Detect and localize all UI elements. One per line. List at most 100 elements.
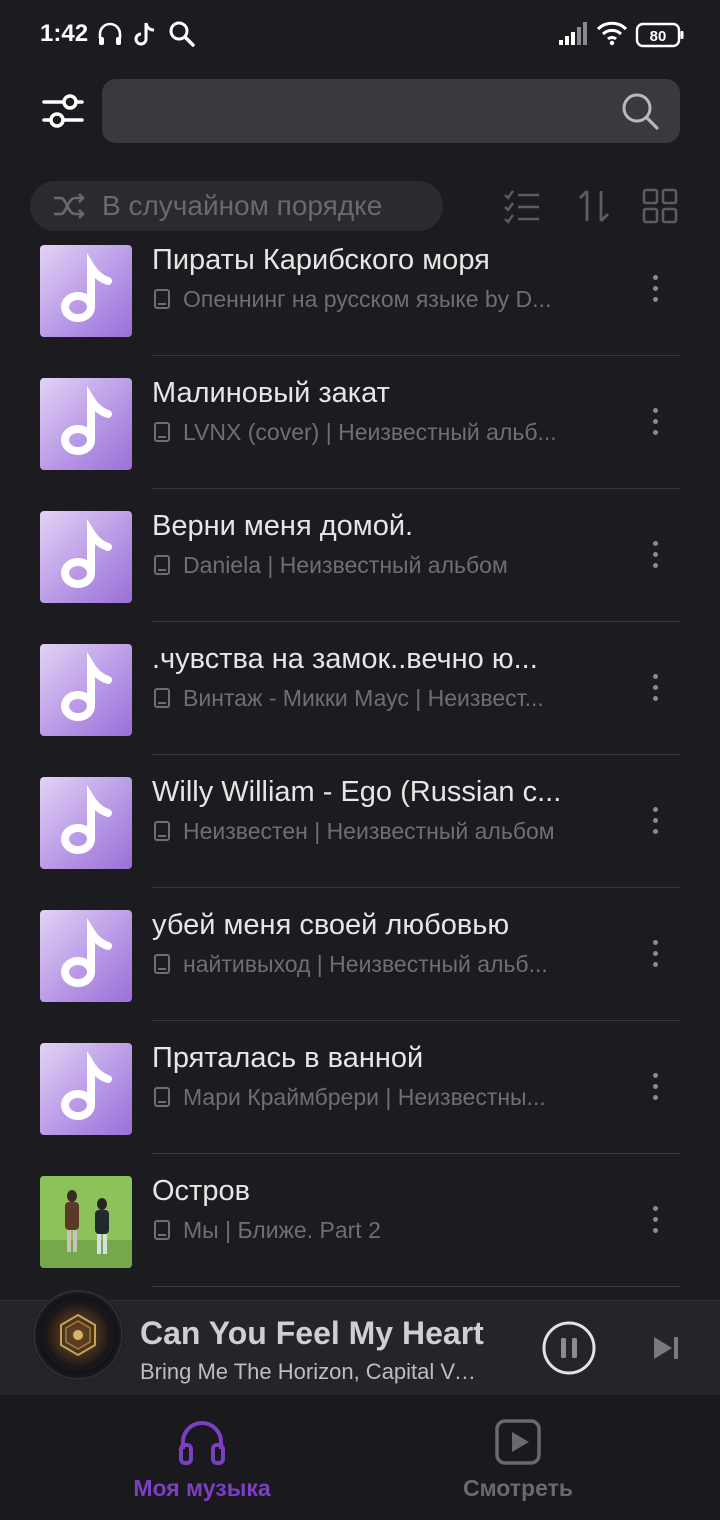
album-photo xyxy=(40,1176,132,1268)
more-options-button[interactable] xyxy=(645,404,665,440)
more-options-button[interactable] xyxy=(645,537,665,573)
album-emblem-icon xyxy=(33,1290,123,1380)
more-options-button[interactable] xyxy=(645,803,665,839)
more-dot xyxy=(653,962,658,967)
track-title: убей меня своей любовью xyxy=(152,909,510,941)
pause-button[interactable] xyxy=(542,1321,596,1375)
track-row[interactable]: Остров Мы | Ближе. Part 2 xyxy=(0,1154,720,1287)
wifi-icon xyxy=(596,21,628,46)
track-subtitle: Daniela | Неизвестный альбом xyxy=(183,552,508,578)
track-subtitle: Неизвестен | Неизвестный альбом xyxy=(183,818,555,844)
search-button[interactable] xyxy=(620,91,660,131)
track-subtitle: Мари Краймбрери | Неизвестны... xyxy=(183,1084,546,1110)
more-dot xyxy=(653,807,658,812)
sort-button[interactable] xyxy=(574,186,614,226)
more-dot xyxy=(653,696,658,701)
track-title: Willy William - Ego (Russian c... xyxy=(152,776,562,808)
tiktok-status-icon xyxy=(134,22,155,46)
device-file-icon xyxy=(154,555,170,575)
more-dot xyxy=(653,541,658,546)
more-dot xyxy=(653,1228,658,1233)
grid-icon xyxy=(642,188,678,224)
music-note-icon xyxy=(61,918,112,987)
track-row[interactable]: Пряталась в ванной Мари Краймбрери | Неиз… xyxy=(0,1021,720,1154)
now-playing-cover[interactable] xyxy=(32,1289,124,1381)
row-divider xyxy=(152,1286,680,1287)
music-note-icon xyxy=(61,253,112,322)
track-artwork[interactable] xyxy=(40,1043,132,1135)
search-status-icon xyxy=(169,21,195,47)
headphones-status-icon xyxy=(98,22,122,45)
grid-view-button[interactable] xyxy=(640,186,680,226)
more-options-button[interactable] xyxy=(645,1069,665,1105)
headphones-icon xyxy=(179,1421,225,1465)
track-row[interactable]: Пираты Карибского моря Опеннинг на русско… xyxy=(0,245,720,356)
more-options-button[interactable] xyxy=(645,936,665,972)
more-dot xyxy=(653,1095,658,1100)
search-input[interactable] xyxy=(102,79,680,143)
music-note-icon xyxy=(61,652,112,721)
track-list[interactable]: Пираты Карибского моря Опеннинг на русско… xyxy=(0,245,720,1300)
track-artwork[interactable] xyxy=(40,910,132,1002)
device-file-icon xyxy=(154,1087,170,1107)
more-options-button[interactable] xyxy=(645,1202,665,1238)
track-subtitle: Опеннинг на русском языке by D... xyxy=(183,286,552,312)
track-row[interactable]: убей меня своей любовью найтивыход | Неиз… xyxy=(0,888,720,1021)
shuffle-button[interactable]: В случайном порядке xyxy=(30,181,443,231)
more-dot xyxy=(653,940,658,945)
more-dot xyxy=(653,419,658,424)
track-title: Пряталась в ванной xyxy=(152,1042,424,1074)
music-note-icon xyxy=(61,386,112,455)
track-artwork[interactable] xyxy=(40,245,132,337)
signal-icon xyxy=(559,22,587,45)
more-dot xyxy=(653,297,658,302)
device-file-icon xyxy=(154,289,170,309)
nav-my-music[interactable]: Моя музыка xyxy=(22,1395,382,1520)
now-playing-title[interactable]: Can You Feel My Heart xyxy=(140,1315,484,1352)
track-subtitle: найтивыход | Неизвестный альб... xyxy=(183,951,548,977)
track-subtitle: Винтаж - Микки Маус | Неизвест... xyxy=(183,685,544,711)
music-note-icon xyxy=(61,785,112,854)
shuffle-label: В случайном порядке xyxy=(102,190,383,221)
track-artwork[interactable] xyxy=(40,644,132,736)
nav-watch[interactable]: Смотреть xyxy=(338,1395,698,1520)
more-dot xyxy=(653,818,658,823)
nav-watch-label: Смотреть xyxy=(462,1475,573,1501)
music-note-icon xyxy=(61,519,112,588)
nav-my-music-label: Моя музыка xyxy=(133,1475,271,1501)
pause-icon xyxy=(542,1321,596,1375)
bottom-nav: Моя музыка Смотреть xyxy=(0,1395,720,1520)
shuffle-icon xyxy=(52,192,86,220)
track-title: Малиновый закат xyxy=(152,377,390,409)
device-file-icon xyxy=(154,821,170,841)
track-title: Верни меня домой. xyxy=(152,510,414,542)
track-artwork[interactable] xyxy=(40,777,132,869)
track-row[interactable]: Малиновый закат LVNX (cover) | Неизвестны… xyxy=(0,356,720,489)
track-row[interactable]: .чувства на замок..вечно ю... Винтаж - Ми… xyxy=(0,622,720,755)
multi-select-button[interactable] xyxy=(502,186,542,226)
filter-button[interactable] xyxy=(40,90,88,132)
now-playing-artist[interactable]: Bring Me The Horizon, Capital Voi... xyxy=(140,1359,485,1385)
battery-icon: 80 xyxy=(635,22,684,48)
sliders-icon xyxy=(42,94,84,128)
track-row[interactable]: Верни меня домой. Daniela | Неизвестный а… xyxy=(0,489,720,622)
device-file-icon xyxy=(154,688,170,708)
track-artwork[interactable] xyxy=(40,1176,132,1268)
track-artwork[interactable] xyxy=(40,511,132,603)
more-options-button[interactable] xyxy=(645,271,665,307)
more-dot xyxy=(653,286,658,291)
track-artwork[interactable] xyxy=(40,378,132,470)
next-track-button[interactable] xyxy=(650,1332,682,1364)
device-file-icon xyxy=(154,1220,170,1240)
more-dot xyxy=(653,674,658,679)
skip-next-icon xyxy=(654,1337,678,1359)
track-row[interactable]: Willy William - Ego (Russian c... Неизвес… xyxy=(0,755,720,888)
track-title: .чувства на замок..вечно ю... xyxy=(152,643,538,675)
more-dot xyxy=(653,430,658,435)
more-dot xyxy=(653,275,658,280)
track-title: Остров xyxy=(152,1175,251,1207)
mini-player[interactable]: Can You Feel My Heart Bring Me The Horiz… xyxy=(0,1289,720,1396)
checklist-icon xyxy=(504,190,539,224)
more-dot xyxy=(653,1217,658,1222)
more-options-button[interactable] xyxy=(645,670,665,706)
